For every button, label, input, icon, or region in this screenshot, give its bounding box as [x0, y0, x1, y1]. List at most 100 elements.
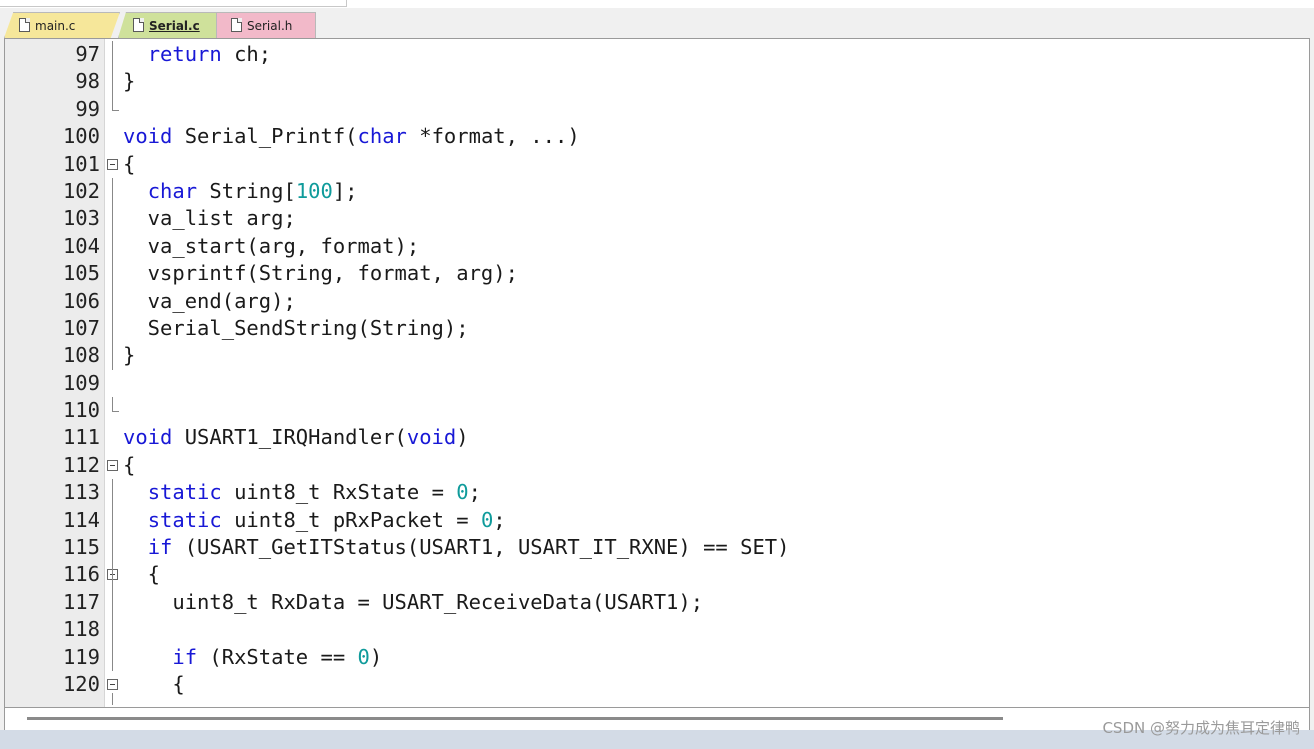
code-line[interactable]: 117 uint8_t RxData = USART_ReceiveData(U…: [5, 589, 1305, 616]
keyword-token: char: [357, 124, 407, 149]
keyword-token: static: [147, 480, 222, 505]
number-token: 0: [357, 644, 370, 669]
code-line[interactable]: 99: [5, 95, 1305, 123]
toolbar-fragment: [0, 0, 1314, 8]
keyword-token: if: [147, 535, 173, 560]
keyword-token: void: [123, 124, 173, 149]
line-number: 119: [62, 644, 100, 669]
code-text: {: [123, 671, 185, 698]
keyword-token: return: [147, 42, 222, 66]
code-text: va_end(arg);: [123, 288, 296, 315]
code-line[interactable]: 104 va_start(arg, format);: [5, 233, 1305, 260]
line-number: 97: [75, 42, 100, 66]
code-token: vsprintf(String, format, arg);: [123, 261, 518, 286]
code-line[interactable]: 113 static uint8_t RxState = 0;: [5, 479, 1305, 506]
keyword-token: void: [123, 425, 173, 450]
code-line[interactable]: 106 va_end(arg);: [5, 288, 1305, 315]
fold-collapse-icon[interactable]: [107, 158, 118, 170]
fold-collapse-icon[interactable]: [107, 459, 118, 471]
fold-end-marker: [112, 95, 119, 111]
code-text: }: [123, 68, 135, 95]
line-number: 101: [62, 151, 100, 176]
keyword-token: char: [147, 178, 198, 203]
code-token: ;: [493, 507, 506, 532]
code-text: Serial_SendString(String);: [123, 315, 469, 342]
code-line[interactable]: 112 {: [5, 452, 1305, 479]
number-token: 100: [295, 178, 333, 203]
line-number: 98: [75, 69, 100, 94]
line-number: 111: [62, 425, 100, 450]
code-line[interactable]: 102 char String[100];: [5, 178, 1305, 205]
code-line[interactable]: 103 va_list arg;: [5, 205, 1305, 232]
line-number: 116: [62, 562, 100, 587]
code-line[interactable]: 108}: [5, 342, 1305, 369]
code-token: String[: [197, 178, 296, 203]
tab-serial-h[interactable]: Serial.h: [216, 12, 316, 38]
toolbar-fragment-box: [0, 0, 347, 7]
code-text: if (USART_GetITStatus(USART1, USART_IT_R…: [123, 534, 790, 561]
fold-collapse-icon[interactable]: [107, 678, 118, 690]
line-number: 115: [62, 535, 100, 560]
code-token: va_end(arg);: [123, 288, 296, 313]
code-token: (USART_GetITStatus(USART1, USART_IT_RXNE…: [172, 535, 790, 560]
code-line[interactable]: 111 void USART1_IRQHandler(void): [5, 424, 1305, 451]
code-line[interactable]: 101 {: [5, 151, 1305, 178]
code-token: (RxState ==: [197, 644, 358, 669]
line-number: 105: [62, 261, 100, 286]
code-line[interactable]: 114 static uint8_t pRxPacket = 0;: [5, 507, 1305, 534]
code-text: {: [123, 452, 135, 479]
code-token: {: [123, 452, 136, 477]
fold-guide-line: [112, 479, 113, 672]
code-line[interactable]: 120 {: [5, 671, 1305, 698]
line-number: 112: [62, 452, 100, 477]
code-token: ;: [468, 480, 481, 505]
code-line[interactable]: 118: [5, 616, 1305, 643]
fold-guide-line: [112, 178, 113, 370]
tab-main-c[interactable]: main.c: [4, 12, 120, 38]
code-line[interactable]: 119 if (RxState == 0): [5, 644, 1305, 671]
code-line[interactable]: 97 return ch;: [5, 41, 1305, 68]
code-line[interactable]: 109: [5, 370, 1305, 397]
file-tab-bar: main.c Serial.c Serial.h: [0, 8, 1314, 39]
code-text: {: [123, 151, 135, 178]
code-editor[interactable]: 97 return ch; 98} 99 100 void Serial_Printf(…: [4, 38, 1310, 708]
line-number: 108: [62, 343, 100, 368]
tab-label: main.c: [35, 18, 76, 33]
tab-serial-c[interactable]: Serial.c: [118, 12, 218, 38]
line-number: 117: [62, 589, 100, 614]
line-number: 100: [62, 124, 100, 149]
code-text: uint8_t RxData = USART_ReceiveData(USART…: [123, 589, 703, 616]
file-icon: [231, 18, 242, 32]
tab-label: Serial.c: [149, 18, 200, 33]
keyword-token: if: [172, 644, 198, 669]
code-line[interactable]: 107 Serial_SendString(String);: [5, 315, 1305, 342]
line-number: 102: [62, 178, 100, 203]
line-number: 107: [62, 315, 100, 340]
code-token: *format, ...): [406, 124, 580, 149]
line-number: 104: [62, 233, 100, 258]
code-token: {: [123, 671, 185, 696]
code-token: {: [123, 562, 161, 587]
fold-guide-line: [112, 41, 113, 96]
scrollbar-thumb[interactable]: [27, 717, 1003, 720]
code-lines: 97 return ch; 98} 99 100 void Serial_Printf(…: [5, 41, 1305, 705]
code-token: uint8_t pRxPacket =: [221, 507, 481, 532]
code-line[interactable]: 115 if (USART_GetITStatus(USART1, USART_…: [5, 534, 1305, 561]
code-line[interactable]: 105 vsprintf(String, format, arg);: [5, 260, 1305, 287]
number-token: 0: [480, 507, 494, 532]
code-token: va_start(arg, format);: [123, 233, 420, 258]
code-token: {: [123, 151, 136, 176]
number-token: 0: [456, 480, 469, 505]
code-token: ch;: [221, 42, 272, 66]
code-token: USART1_IRQHandler(: [172, 425, 407, 450]
code-token: uint8_t RxState =: [221, 480, 457, 505]
code-line[interactable]: 98}: [5, 68, 1305, 95]
code-line[interactable]: 110: [5, 397, 1305, 424]
code-line[interactable]: 100 void Serial_Printf(char *format, ...): [5, 123, 1305, 150]
code-line[interactable]: 116 {: [5, 561, 1305, 588]
